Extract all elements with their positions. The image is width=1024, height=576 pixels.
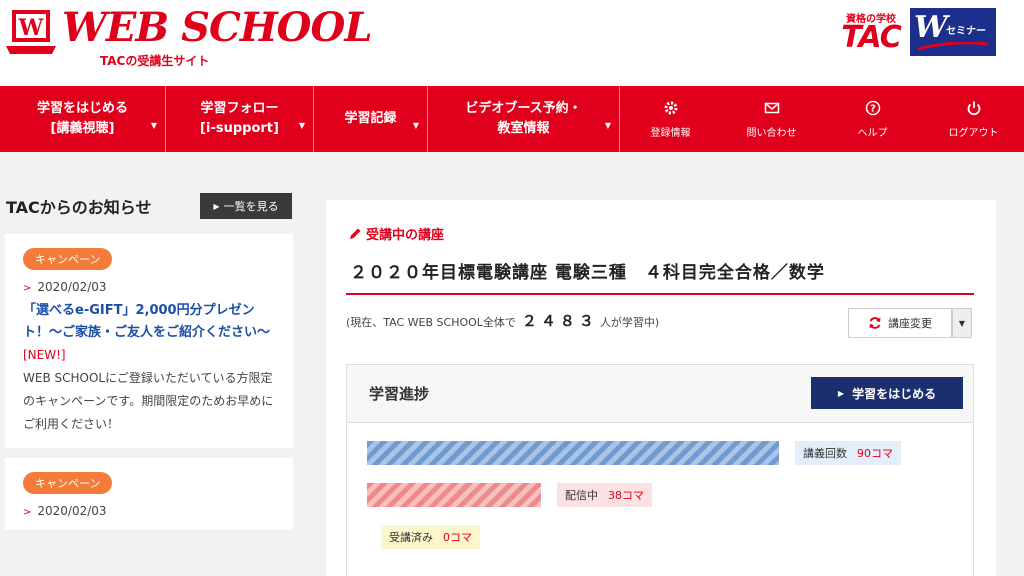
new-mark: [NEW!] — [23, 348, 66, 362]
delivering-label: 配信中 38コマ — [557, 483, 652, 507]
nav-item-line1: 学習記録 — [344, 111, 397, 126]
w-seminar-text: セミナー — [946, 26, 986, 37]
nav-item-line2: [講義視聴] — [50, 121, 115, 136]
w-seminar-mark: W — [914, 10, 948, 45]
web-school-logo[interactable]: W WEB SCHOOL TACの受講生サイト — [4, 4, 372, 68]
stat-label: 受講済み — [389, 531, 433, 544]
news-card: キャンペーン >2020/02/03 — [5, 458, 293, 530]
change-course-label: 講座変更 — [888, 317, 932, 330]
chevron-right-icon: > — [23, 283, 32, 294]
caret-down-icon: ▼ — [412, 121, 419, 130]
divider — [346, 293, 974, 295]
view-all-news-button[interactable]: ▶ 一覧を見る — [200, 193, 292, 219]
main-nav: 学習をはじめる [講義視聴] ▼ 学習フォロー [i-support] ▼ 学習… — [0, 86, 1024, 152]
tac-logo[interactable]: 資格の学校 TAC — [836, 10, 906, 55]
news-card: キャンペーン >2020/02/03 「選べるe-GIFT」2,000円分プレゼ… — [5, 234, 293, 448]
triangle-right-icon: ▶ — [837, 388, 845, 398]
news-section-title: TACからのお知らせ — [6, 198, 152, 217]
nav-contact[interactable]: 問い合わせ — [721, 86, 822, 152]
start-learning-label: 学習をはじめる — [852, 386, 937, 401]
caret-down-icon: ▼ — [958, 318, 966, 328]
nav-account-info[interactable]: 登録情報 — [620, 86, 721, 152]
nav-start-learning[interactable]: 学習をはじめる [講義視聴] ▼ — [0, 86, 166, 152]
nav-item-line1: ビデオブース予約・ — [465, 101, 582, 116]
w-seminar-logo[interactable]: W セミナー — [910, 8, 996, 56]
progress-panel: 学習進捗 ▶ 学習をはじめる 講義回数 90コマ 配信中 38コマ 受講済み 0コマ — [346, 364, 974, 576]
laptop-logo-icon: W — [6, 10, 56, 54]
triangle-right-icon: ▶ — [213, 201, 220, 211]
news-headline-text: 「選べるe-GIFT」2,000円分プレゼント！～ご家族・ご友人をご紹介ください… — [23, 303, 271, 340]
tac-logo-text: TAC — [841, 20, 901, 55]
power-icon — [967, 101, 980, 115]
start-learning-button[interactable]: ▶ 学習をはじめる — [811, 377, 963, 409]
swoosh-icon — [918, 42, 988, 50]
news-body: WEB SCHOOLにご登録いただいている方限定のキャンペーンです。期間限定のた… — [23, 371, 274, 431]
lecture-count-bar — [367, 441, 779, 465]
svg-text:W: W — [18, 15, 44, 41]
nav-icon-label: 問い合わせ — [746, 127, 797, 139]
change-course-button[interactable]: 講座変更 — [848, 308, 952, 338]
nav-icon-label: ヘルプ — [857, 127, 888, 139]
nav-item-line2: 教室情報 — [497, 121, 550, 136]
envelope-icon — [764, 102, 779, 113]
completed-label: 受講済み 0コマ — [381, 525, 480, 549]
caret-down-icon: ▼ — [150, 121, 157, 130]
learners-count: ２４８３ — [521, 312, 598, 330]
nav-logout[interactable]: ログアウト — [923, 86, 1024, 152]
help-icon: ? — [865, 100, 880, 115]
news-headline-link[interactable]: 「選べるe-GIFT」2,000円分プレゼント！～ご家族・ご友人をご紹介ください… — [23, 300, 279, 367]
progress-title: 学習進捗 — [369, 385, 430, 403]
chevron-right-icon: > — [23, 507, 32, 518]
logo-subtitle: TACの受講生サイト — [100, 54, 210, 68]
nav-video-booth[interactable]: ビデオブース予約・ 教室情報 ▼ — [428, 86, 620, 152]
site-header: W WEB SCHOOL TACの受講生サイト 資格の学校 TAC W セミナー — [0, 0, 1024, 86]
nav-learning-record[interactable]: 学習記録 ▼ — [314, 86, 428, 152]
enrolled-course-label: 受講中の講座 — [348, 224, 444, 243]
nav-utility-icons: 登録情報 問い合わせ ? ヘルプ ログアウト — [620, 86, 1024, 152]
news-date: >2020/02/03 — [23, 504, 279, 518]
course-dropdown-toggle[interactable]: ▼ — [952, 308, 972, 338]
nav-item-line1: 学習をはじめる — [36, 101, 128, 116]
nav-icon-label: 登録情報 — [650, 127, 691, 139]
svg-text:?: ? — [870, 103, 876, 114]
nav-item-line2: [i-support] — [200, 121, 279, 136]
news-date: >2020/02/03 — [23, 280, 279, 294]
course-card: 受講中の講座 ２０２０年目標電験講座 電験三種 ４科目完全合格／数学 (現在、T… — [326, 200, 996, 576]
news-date-text: 2020/02/03 — [37, 280, 107, 294]
progress-header: 学習進捗 ▶ 学習をはじめる — [347, 365, 973, 423]
nav-item-line1: 学習フォロー — [200, 101, 279, 116]
enrolled-course-text: 受講中の講座 — [366, 228, 445, 243]
delivering-bar — [367, 483, 541, 507]
campaign-badge: キャンペーン — [23, 248, 113, 270]
course-title: ２０２０年目標電験講座 電験三種 ４科目完全合格／数学 — [350, 263, 825, 283]
nav-help[interactable]: ? ヘルプ — [822, 86, 923, 152]
nav-icon-label: ログアウト — [948, 127, 999, 139]
pencil-icon — [350, 228, 361, 239]
lecture-count-label: 講義回数 90コマ — [795, 441, 901, 465]
view-all-label: 一覧を見る — [223, 200, 279, 213]
stat-label: 配信中 — [565, 489, 598, 502]
nav-learning-follow[interactable]: 学習フォロー [i-support] ▼ — [166, 86, 314, 152]
news-list: キャンペーン >2020/02/03 「選べるe-GIFT」2,000円分プレゼ… — [5, 234, 293, 576]
logo-text: WEB SCHOOL — [62, 4, 372, 51]
campaign-badge: キャンペーン — [23, 472, 113, 494]
refresh-icon — [869, 317, 881, 329]
stat-value: 90コマ — [857, 447, 893, 460]
gear-icon — [664, 101, 677, 114]
active-learners: (現在、TAC WEB SCHOOL全体で ２４８３ 人が学習中) — [346, 310, 659, 331]
learners-prefix: (現在、TAC WEB SCHOOL全体で — [346, 316, 516, 329]
stat-label: 講義回数 — [803, 447, 847, 460]
stat-value: 38コマ — [608, 489, 644, 502]
stat-value: 0コマ — [443, 531, 472, 544]
caret-down-icon: ▼ — [298, 121, 305, 130]
news-date-text: 2020/02/03 — [37, 504, 107, 518]
learners-suffix: 人が学習中) — [599, 316, 660, 329]
caret-down-icon: ▼ — [604, 121, 611, 130]
